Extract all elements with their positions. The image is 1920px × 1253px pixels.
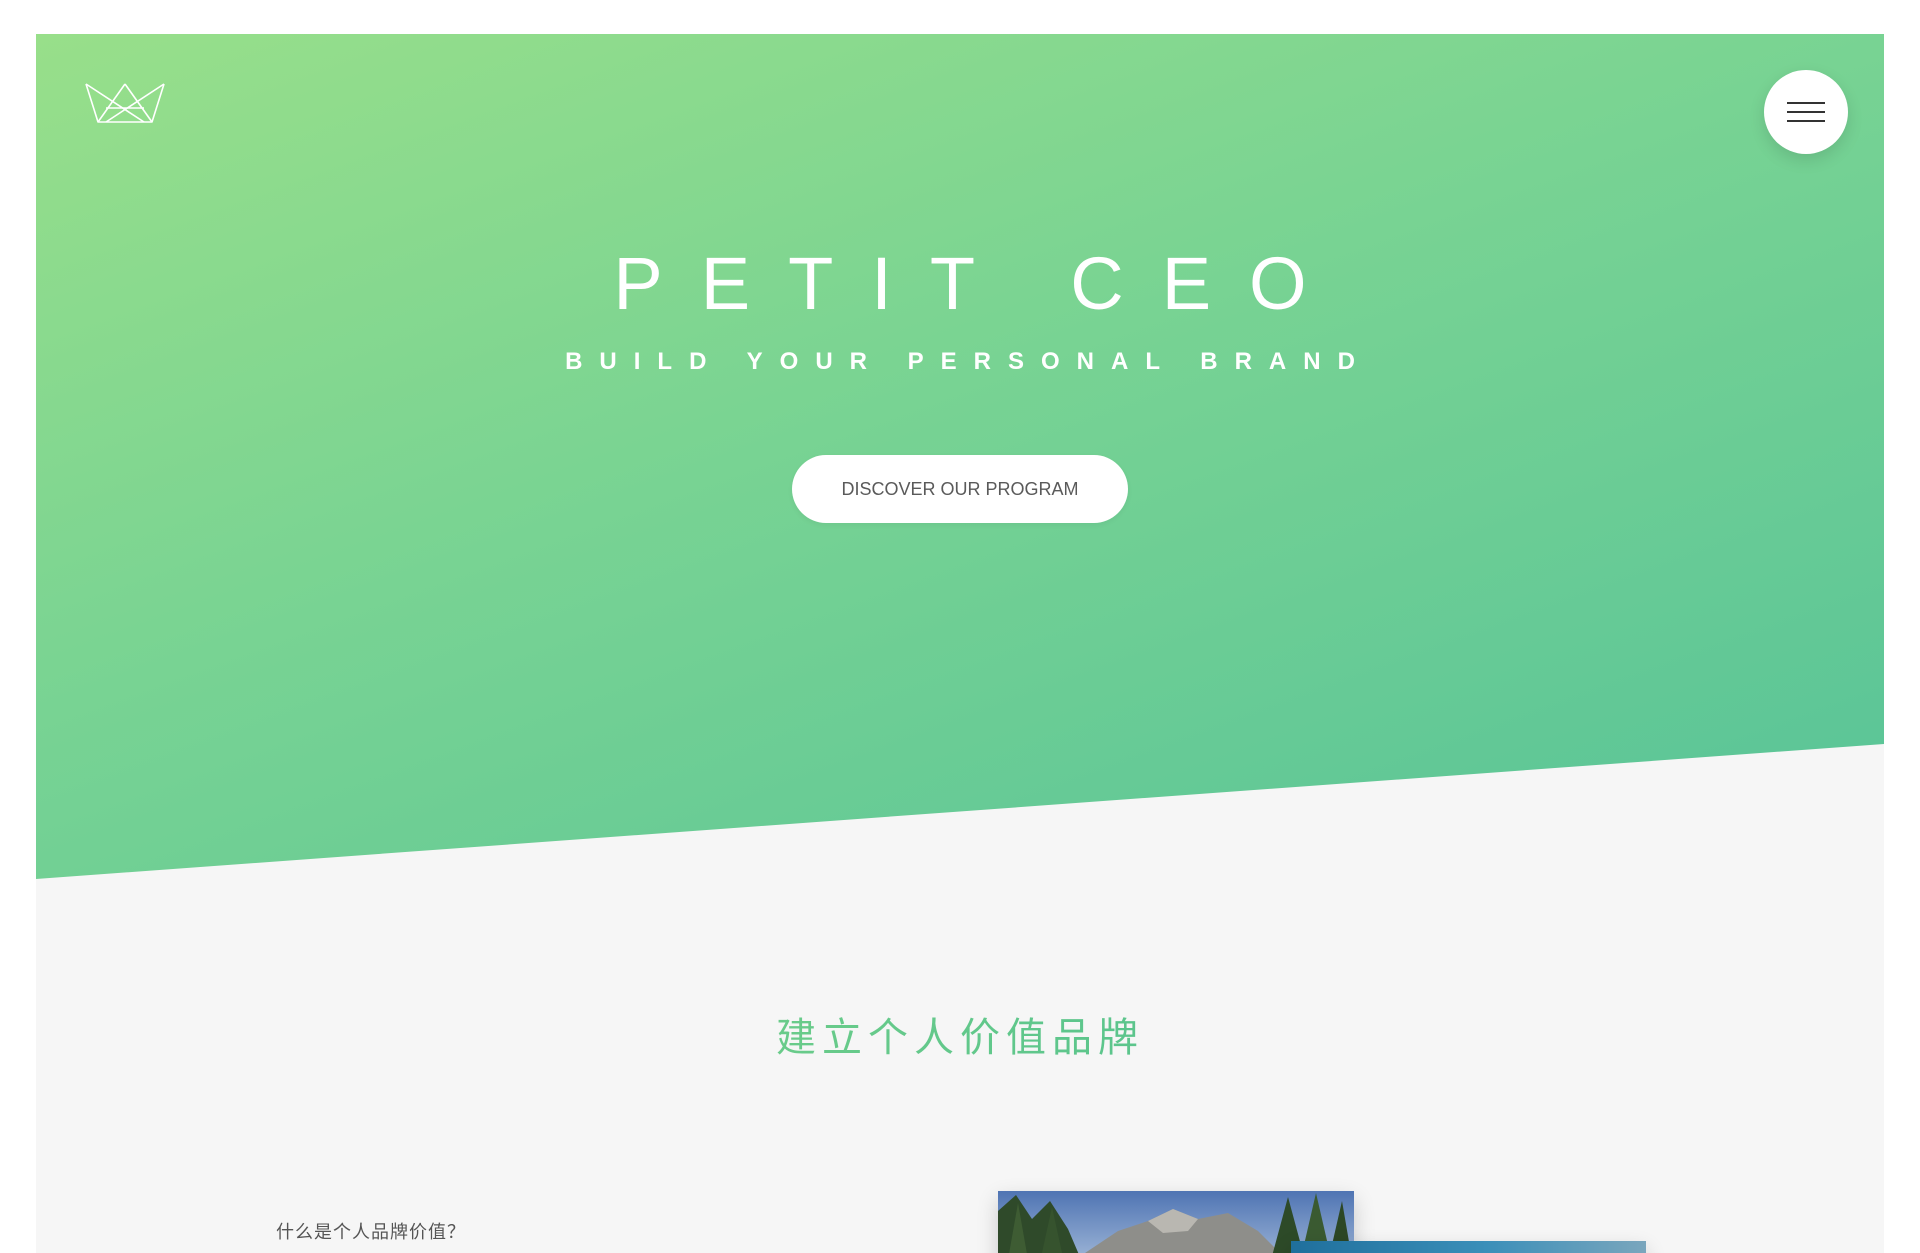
page: PETIT CEO BUILD YOUR PERSONAL BRAND DISC… (36, 34, 1884, 1253)
lake-photo (1291, 1241, 1646, 1253)
hero-section: PETIT CEO BUILD YOUR PERSONAL BRAND DISC… (36, 34, 1884, 879)
section-question: 什么是个人品牌价值？ (276, 1222, 466, 1243)
discover-program-button[interactable]: DISCOVER OUR PROGRAM (792, 455, 1128, 523)
section-heading: 建立个人价值品牌 (36, 1010, 1884, 1066)
hero-subtitle: BUILD YOUR PERSONAL BRAND (565, 348, 1372, 375)
menu-button[interactable] (1764, 70, 1848, 154)
crown-icon[interactable] (84, 80, 166, 124)
hamburger-menu-icon (1787, 102, 1825, 104)
hero-title: PETIT CEO (613, 242, 1345, 325)
